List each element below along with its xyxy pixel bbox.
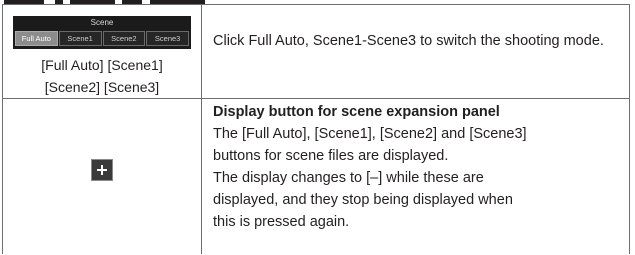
- ui-image-cell: [2, 98, 202, 254]
- scene-button-group: Full Auto Scene1 Scene2 Scene3: [15, 31, 189, 46]
- description-cell: Click Full Auto, Scene1-Scene3 to switch…: [201, 4, 630, 99]
- scene-selector-panel: Scene Full Auto Scene1 Scene2 Scene3: [13, 16, 191, 49]
- caption-line: [Scene2] [Scene3]: [44, 79, 160, 95]
- scene-switch-description: Click Full Auto, Scene1-Scene3 to switch…: [213, 33, 604, 49]
- description-line: displayed, and they stop being displayed…: [213, 192, 513, 208]
- table-row: Display button for scene expansion panel…: [2, 98, 630, 254]
- section-heading: Display button for scene expansion panel: [213, 104, 500, 120]
- description-line: buttons for scene files are displayed.: [213, 148, 449, 164]
- expansion-panel-description: Display button for scene expansion panel…: [202, 99, 629, 233]
- description-line: this is pressed again.: [213, 214, 350, 230]
- description-line: The [Full Auto], [Scene1], [Scene2] and …: [213, 126, 527, 142]
- scene3-button[interactable]: Scene3: [146, 31, 189, 46]
- scene2-button[interactable]: Scene2: [102, 31, 146, 46]
- plus-icon[interactable]: [91, 159, 113, 181]
- ui-image-cell: Scene Full Auto Scene1 Scene2 Scene3 [Fu…: [2, 4, 202, 99]
- description-line: The display changes to [–] while these a…: [213, 170, 484, 186]
- button-names-caption: [Full Auto] [Scene1] [Scene2] [Scene3]: [3, 54, 201, 98]
- description-table: Scene Full Auto Scene1 Scene2 Scene3 [Fu…: [2, 4, 630, 254]
- caption-line: [Full Auto] [Scene1]: [41, 57, 163, 73]
- full-auto-button[interactable]: Full Auto: [15, 31, 58, 46]
- table-row: Scene Full Auto Scene1 Scene2 Scene3 [Fu…: [2, 4, 630, 99]
- scene-panel-title: Scene: [90, 18, 114, 27]
- scene1-button[interactable]: Scene1: [58, 31, 102, 46]
- description-cell: Display button for scene expansion panel…: [201, 98, 630, 254]
